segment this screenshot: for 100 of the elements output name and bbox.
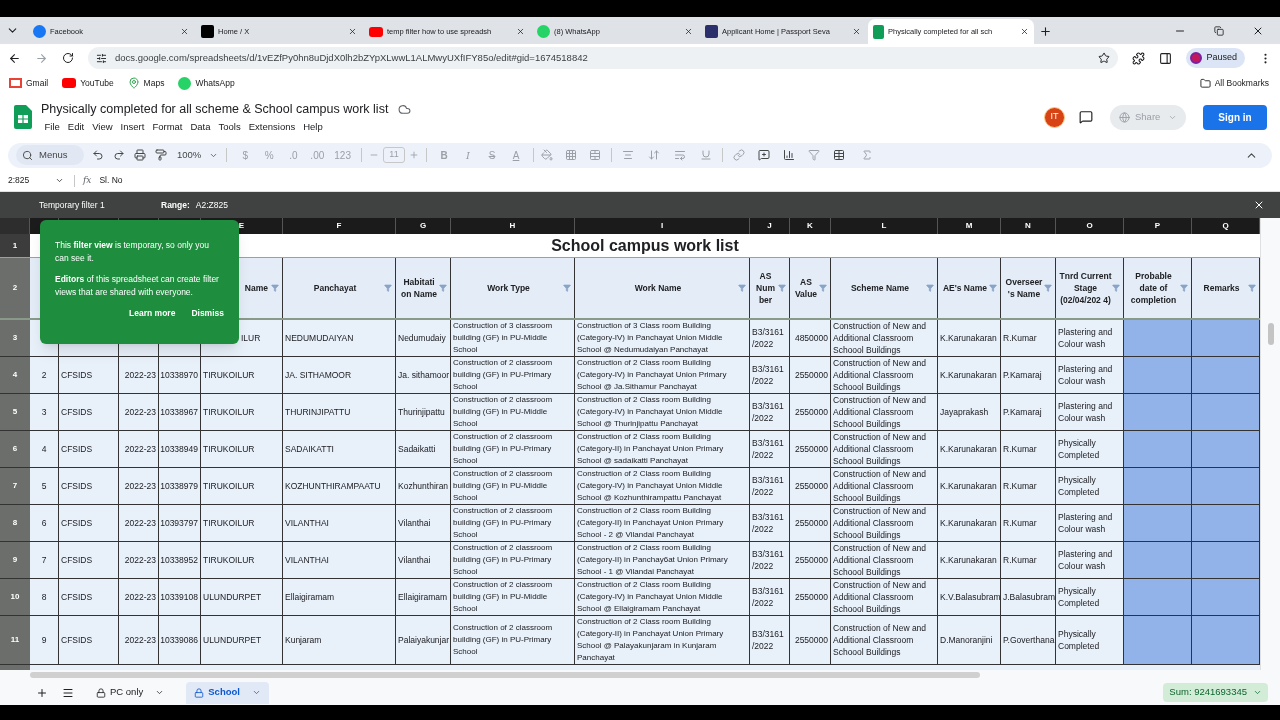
table-cell[interactable]: TIRUKOILUR <box>201 505 283 541</box>
table-cell[interactable]: B3/3161 /2022 <box>750 579 790 615</box>
table-cell[interactable]: P.Kamaraj <box>1001 357 1056 393</box>
table-cell[interactable]: Kunjaram <box>283 616 396 664</box>
header-cell[interactable]: Scheme Name <box>831 258 938 318</box>
table-cell[interactable]: CFSIDS <box>59 579 119 615</box>
table-cell[interactable]: Ellaigiramam <box>396 579 451 615</box>
table-cell[interactable]: ULUNDURPET <box>201 579 283 615</box>
table-cell[interactable]: VILANTHAI <box>283 542 396 578</box>
table-cell[interactable]: R.Kumar <box>1001 431 1056 467</box>
header-cell[interactable]: Work Type <box>451 258 575 318</box>
document-title[interactable]: Physically completed for all scheme & School campus work list <box>41 100 389 119</box>
row-header[interactable]: 2 <box>0 258 30 318</box>
table-cell[interactable]: P.Kamaraj <box>1001 394 1056 430</box>
table-cell[interactable]: R.Kumar <box>1001 468 1056 504</box>
table-cell[interactable]: 9 <box>30 616 59 664</box>
table-cell[interactable]: Construction of New and Additional Classroom Schoool Buildings <box>831 616 938 664</box>
table-cell[interactable]: Construction of 2 classroom building (GF) in PU-Middle School <box>451 579 575 615</box>
table-cell[interactable]: B3/3161 /2022 <box>750 468 790 504</box>
table-cell[interactable]: B3/3161 /2022 <box>750 616 790 664</box>
column-header[interactable]: M <box>938 218 1001 234</box>
table-cell[interactable]: 10338967 <box>159 394 201 430</box>
all-bookmarks-link[interactable]: All Bookmarks <box>1199 76 1269 90</box>
table-cell[interactable]: Vilanthai <box>396 542 451 578</box>
filter-view-name[interactable]: Temporary filter 1 <box>39 198 161 212</box>
table-cell[interactable]: Construction of 2 Class room Building (Category-II) in Panchay6at Union Primary School - 1 @ Vilandai Panchayat <box>575 542 750 578</box>
table-cell[interactable]: TIRUKOILUR <box>201 542 283 578</box>
table-cell[interactable]: TIRUKOILUR <box>201 468 283 504</box>
table-cell[interactable]: J.Balasubram <box>1001 579 1056 615</box>
column-header[interactable]: K <box>790 218 831 234</box>
table-cell[interactable]: ULUNDURPET <box>201 616 283 664</box>
table-cell[interactable]: CFSIDS <box>59 357 119 393</box>
column-header[interactable]: O <box>1056 218 1124 234</box>
table-cell[interactable]: Construction of 2 Class room Building (Category-II) in Panchayat Union Primary School @ sadaikatti Panchayat <box>575 431 750 467</box>
table-cell[interactable]: SADAIKATTI <box>283 431 396 467</box>
bookmark-link[interactable]: Maps <box>127 76 165 90</box>
table-cell[interactable]: R.Kumar <box>1001 320 1056 356</box>
table-cell[interactable]: B3/3161 /2022 <box>750 394 790 430</box>
table-cell[interactable]: Construction of 2 classroom building (GF) in PU-Primary School <box>451 357 575 393</box>
row-header[interactable]: 4 <box>0 357 30 393</box>
table-cell[interactable]: B3/3161 /2022 <box>750 320 790 356</box>
row-header[interactable]: 1 <box>0 234 30 257</box>
table-cell[interactable]: Physically Completed <box>1056 431 1124 467</box>
table-cell[interactable]: CFSIDS <box>59 431 119 467</box>
column-header[interactable]: L <box>831 218 938 234</box>
menu-item[interactable]: Insert <box>117 119 148 134</box>
table-cell[interactable]: TIRUKOILUR <box>201 394 283 430</box>
table-cell[interactable]: THURINJIPATTU <box>283 394 396 430</box>
row-header[interactable]: 8 <box>0 505 30 541</box>
table-cell[interactable]: 5 <box>30 468 59 504</box>
table-cell[interactable]: CFSIDS <box>59 505 119 541</box>
table-cell[interactable]: 10393797 <box>159 505 201 541</box>
bookmark-link[interactable]: Gmail <box>9 76 49 90</box>
table-cell[interactable]: Construction of New and Additional Classroom Schoool Buildings <box>831 579 938 615</box>
table-cell[interactable]: Construction of 2 classroom building (GF) in PU-Middle School <box>451 394 575 430</box>
table-cell[interactable]: Construction of New and Additional Classroom Schoool Buildings <box>831 357 938 393</box>
table-cell[interactable]: Plastering and Colour wash <box>1056 357 1124 393</box>
table-cell[interactable]: Physically Completed <box>1056 468 1124 504</box>
table-cell[interactable]: B3/3161 /2022 <box>750 505 790 541</box>
column-header[interactable]: F <box>283 218 396 234</box>
table-cell[interactable]: Construction of 2 classroom building (GF) in PU-Primary School <box>451 431 575 467</box>
table-cell[interactable]: CFSIDS <box>59 394 119 430</box>
table-cell[interactable]: TIRUKOILUR <box>201 431 283 467</box>
table-cell[interactable]: Construction of New and Additional Classroom Schoool Buildings <box>831 505 938 541</box>
table-cell[interactable]: KOZHUNTHIRAMPAATU <box>283 468 396 504</box>
table-cell[interactable]: Construction of 2 classroom building (GF) in PU-Primary School <box>451 505 575 541</box>
table-cell[interactable]: Construction of 2 classroom building (GF) in PU-Primary School <box>451 616 575 664</box>
avatar[interactable]: IT <box>1044 106 1065 128</box>
table-cell[interactable]: K.Karunakaran <box>938 505 1001 541</box>
header-cell[interactable]: Probable date of completion <box>1124 258 1192 318</box>
menu-item[interactable]: Help <box>299 119 327 134</box>
row-header[interactable]: 9 <box>0 542 30 578</box>
table-cell[interactable]: 7 <box>30 542 59 578</box>
table-cell[interactable]: 6 <box>30 505 59 541</box>
table-cell[interactable]: Plastering and Colour wash <box>1056 320 1124 356</box>
table-cell[interactable]: NEDUMUDAIYAN <box>283 320 396 356</box>
header-cell[interactable]: Panchayat <box>283 258 396 318</box>
row-header[interactable]: 6 <box>0 431 30 467</box>
table-cell[interactable]: 8 <box>30 579 59 615</box>
popover-action-button[interactable]: Learn more <box>129 307 176 320</box>
header-cell[interactable]: Remarks <box>1192 258 1260 318</box>
table-cell[interactable]: Thurinjipattu <box>396 394 451 430</box>
profile-button[interactable]: Paused <box>1186 48 1245 68</box>
column-header[interactable]: G <box>396 218 451 234</box>
row-header[interactable]: 11 <box>0 616 30 664</box>
menu-item[interactable]: Data <box>186 119 215 134</box>
table-cell[interactable]: 2022-23 <box>119 505 159 541</box>
menu-item[interactable]: File <box>41 119 64 134</box>
sum-button[interactable]: Sum: 9241693345 <box>1163 683 1268 702</box>
table-cell[interactable]: CFSIDS <box>59 616 119 664</box>
table-cell[interactable]: Palaiyakunjar <box>396 616 451 664</box>
table-cell[interactable]: 3 <box>30 394 59 430</box>
table-cell[interactable]: R.Kumar <box>1001 505 1056 541</box>
header-cell[interactable]: Habitati on Name <box>396 258 451 318</box>
column-header[interactable]: H <box>451 218 575 234</box>
table-cell[interactable]: Plastering and Colour wash <box>1056 505 1124 541</box>
table-cell[interactable]: 2022-23 <box>119 468 159 504</box>
table-cell[interactable]: Construction of New and Additional Classroom Schoool Buildings <box>831 394 938 430</box>
bookmark-link[interactable]: YouTube <box>62 76 114 90</box>
row-header[interactable]: 5 <box>0 394 30 430</box>
